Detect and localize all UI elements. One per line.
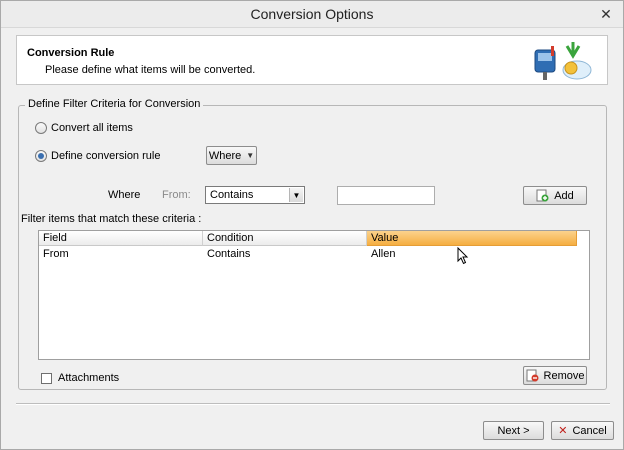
mouse-cursor-icon	[457, 247, 469, 265]
cell-value: Allen	[371, 248, 396, 260]
remove-button-label: Remove	[543, 369, 585, 382]
attachments-checkbox-row[interactable]: Attachments	[41, 372, 119, 384]
close-button[interactable]: ✕	[595, 4, 617, 24]
column-header-field[interactable]: Field	[39, 231, 203, 246]
column-header-value[interactable]: Value	[367, 231, 577, 246]
filter-criteria-group: Define Filter Criteria for Conversion Co…	[18, 98, 607, 390]
title-bar: Conversion Options ✕	[1, 1, 623, 28]
header-subtitle: Please define what items will be convert…	[45, 64, 256, 76]
attachments-checkbox[interactable]	[41, 372, 52, 384]
attachments-label: Attachments	[58, 372, 120, 384]
radio-define-rule-label: Define conversion rule	[51, 150, 161, 162]
chevron-down-icon: ▼	[246, 151, 255, 160]
header-panel: Conversion Rule Please define what items…	[16, 35, 608, 85]
add-button-label: Add	[554, 189, 574, 202]
mailbox-conversion-icon	[534, 42, 592, 80]
column-header-condition[interactable]: Condition	[203, 231, 367, 246]
grid-header: Field Condition Value	[39, 231, 589, 246]
remove-rule-icon	[526, 369, 539, 382]
rule-where-label: Where	[108, 189, 141, 201]
footer-separator	[16, 403, 610, 405]
close-icon: ✕	[600, 5, 612, 22]
criteria-grid[interactable]: Field Condition Value From Contains Alle…	[38, 230, 590, 360]
group-legend: Define Filter Criteria for Conversion	[25, 98, 204, 110]
cell-condition: Contains	[207, 248, 251, 260]
next-button[interactable]: Next >	[483, 421, 544, 440]
radio-convert-all[interactable]: Convert all items	[35, 122, 133, 134]
radio-circle[interactable]	[35, 122, 47, 134]
radio-circle-selected[interactable]	[35, 150, 47, 162]
condition-select-value: Contains	[210, 189, 254, 201]
radio-convert-all-label: Convert all items	[51, 122, 133, 134]
table-row[interactable]: From Contains Allen	[39, 248, 589, 261]
cell-field: From	[43, 248, 69, 260]
next-button-label: Next >	[497, 424, 530, 437]
window-title: Conversion Options	[250, 6, 374, 22]
value-input[interactable]	[337, 186, 435, 205]
chevron-down-icon[interactable]: ▼	[289, 188, 303, 202]
condition-select[interactable]: Contains ▼	[205, 186, 305, 204]
rule-field-label: From:	[162, 189, 191, 201]
where-button-label: Where	[208, 149, 242, 162]
cancel-button[interactable]: ✕ Cancel	[551, 421, 614, 440]
add-rule-icon	[536, 189, 549, 202]
where-dropdown-button[interactable]: Where ▼	[206, 146, 257, 165]
radio-define-rule[interactable]: Define conversion rule	[35, 150, 160, 162]
remove-button[interactable]: Remove	[523, 366, 587, 385]
cancel-button-label: Cancel	[572, 424, 607, 437]
add-button[interactable]: Add	[523, 186, 587, 205]
match-criteria-label: Filter items that match these criteria :	[21, 213, 202, 225]
conversion-options-window: Conversion Options ✕ Conversion Rule Ple…	[0, 0, 624, 450]
cancel-icon: ✕	[558, 425, 568, 437]
header-title: Conversion Rule	[27, 47, 115, 59]
